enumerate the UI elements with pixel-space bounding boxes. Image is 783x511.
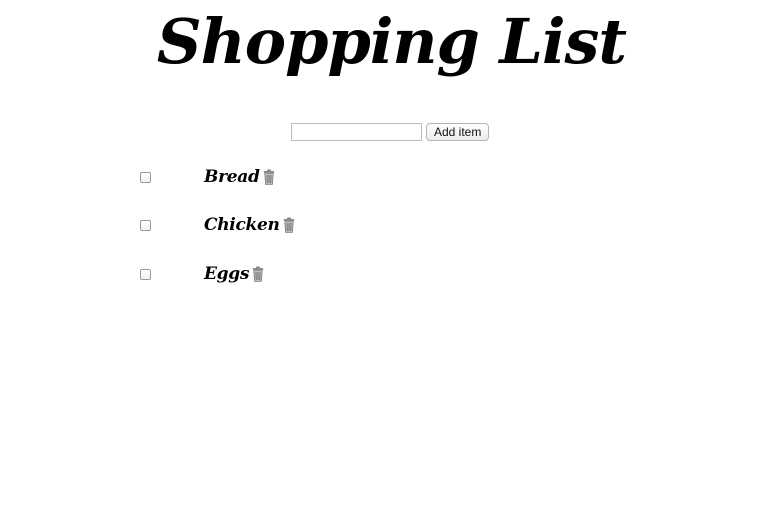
- item-label: Bread: [204, 167, 260, 187]
- item-content: Eggs: [204, 262, 264, 286]
- item-label: Chicken: [204, 215, 280, 235]
- item-checkbox[interactable]: [140, 220, 151, 231]
- trash-icon[interactable]: [252, 266, 264, 282]
- trash-icon[interactable]: [283, 217, 295, 233]
- add-item-button[interactable]: Add item: [426, 123, 490, 141]
- list-item: Chicken: [140, 213, 540, 237]
- item-checkbox[interactable]: [140, 269, 151, 280]
- item-label: Eggs: [204, 264, 250, 284]
- trash-icon[interactable]: [263, 169, 275, 185]
- list-item: Bread: [140, 165, 540, 189]
- new-item-input[interactable]: [291, 123, 422, 141]
- item-content: Chicken: [204, 213, 295, 237]
- list-item: Eggs: [140, 262, 540, 286]
- page-title: Shopping List: [156, 5, 627, 78]
- item-checkbox[interactable]: [140, 172, 151, 183]
- item-content: Bread: [204, 165, 275, 189]
- add-item-form: Add item: [291, 122, 490, 142]
